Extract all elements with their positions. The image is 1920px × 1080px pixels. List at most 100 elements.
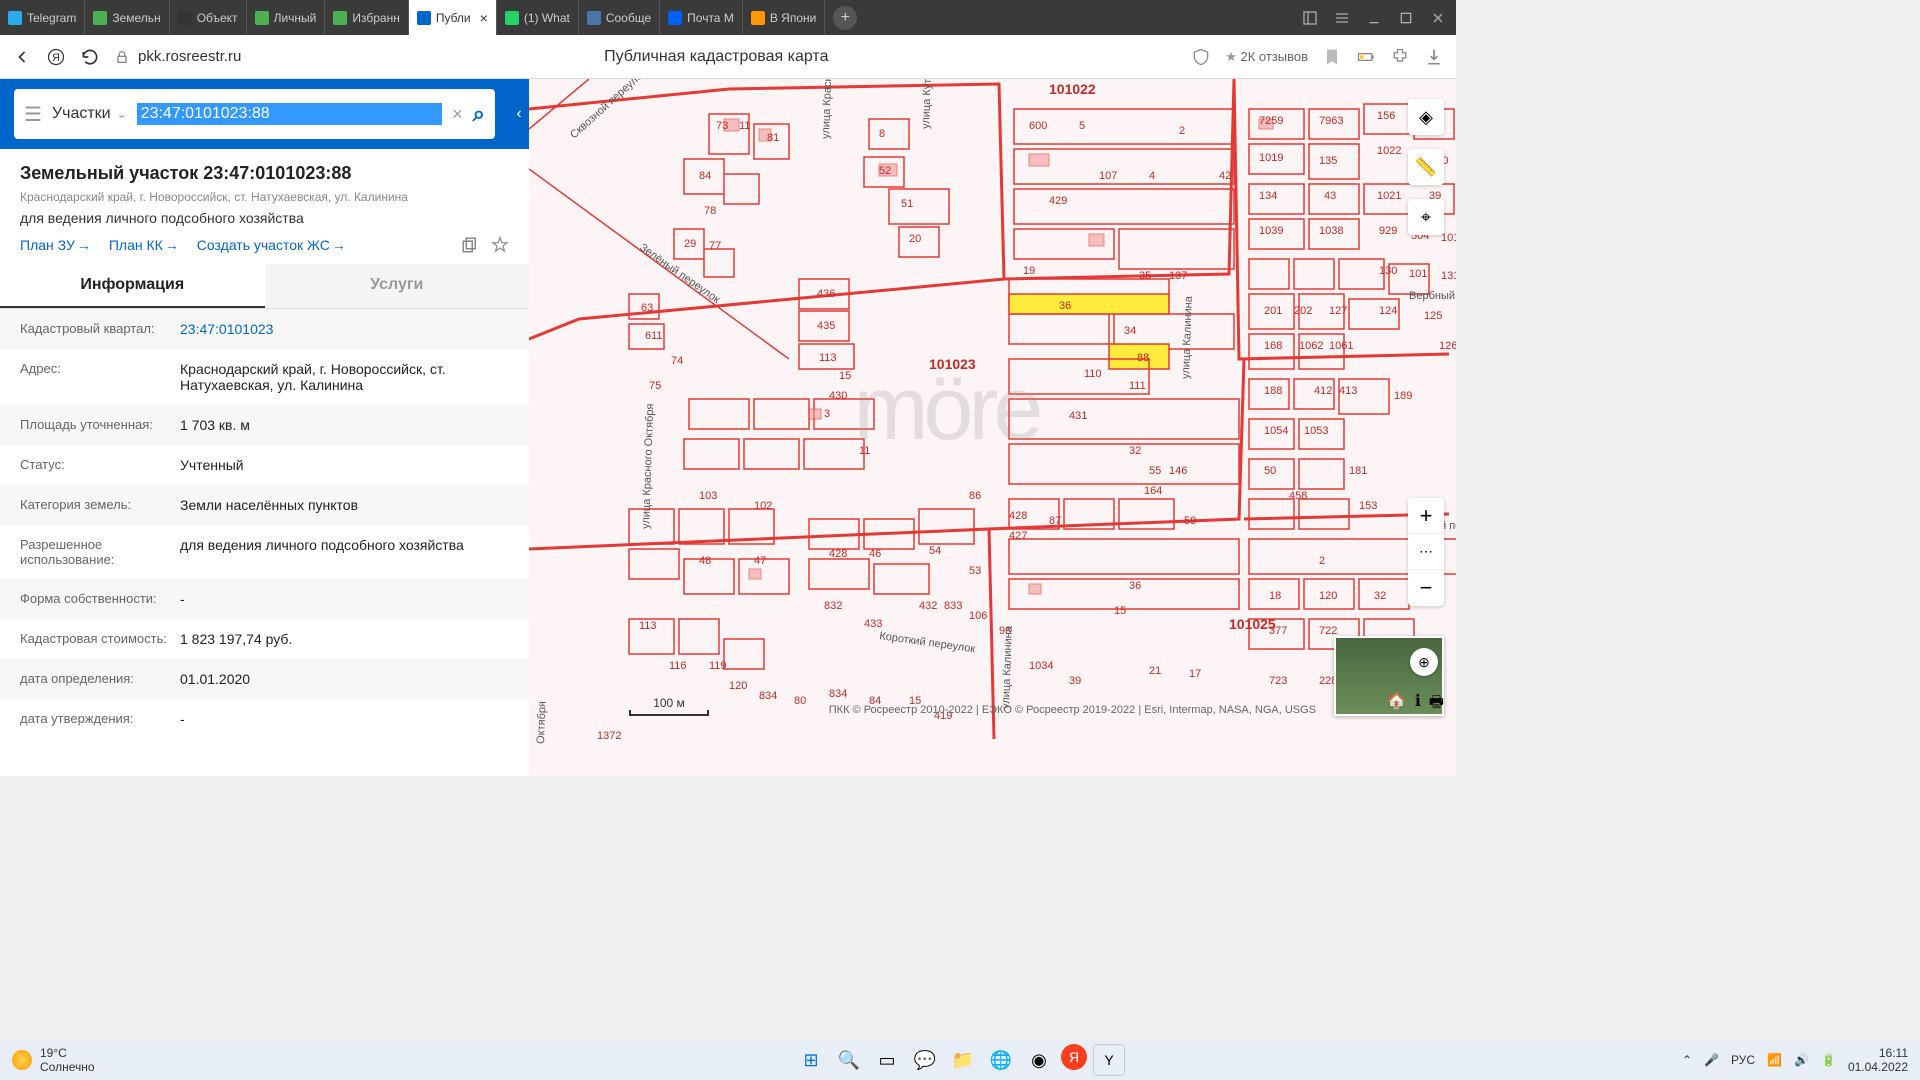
svg-text:101022: 101022 <box>1049 81 1096 97</box>
volume-icon[interactable]: 🔊 <box>1794 1053 1809 1067</box>
svg-text:43: 43 <box>1324 190 1336 202</box>
start-button[interactable]: ⊞ <box>795 1044 827 1076</box>
print-icon[interactable]: 🖶 <box>1429 691 1444 718</box>
panel-icon[interactable] <box>1302 10 1318 26</box>
yandex-app-icon[interactable]: Я <box>1061 1044 1087 1070</box>
tab-object[interactable]: Объект <box>170 0 247 35</box>
shield-icon[interactable] <box>1191 47 1211 67</box>
plan-zu-link[interactable]: План ЗУ→ <box>20 237 91 253</box>
edge-icon[interactable]: 🌐 <box>985 1044 1017 1076</box>
svg-text:135: 135 <box>1319 155 1337 167</box>
maximize-icon[interactable] <box>1398 10 1414 26</box>
star-icon[interactable] <box>491 236 509 254</box>
svg-text:5: 5 <box>1079 120 1085 132</box>
yandex-browser-icon[interactable]: Y <box>1093 1044 1125 1076</box>
svg-text:15: 15 <box>839 370 851 382</box>
tab-services[interactable]: Услуги <box>265 264 530 308</box>
tab-mail[interactable]: Почта М <box>660 0 743 35</box>
menu-icon[interactable] <box>1334 10 1350 26</box>
svg-text:51: 51 <box>901 198 913 210</box>
weather-widget[interactable]: 19°C Солнечно <box>12 1046 95 1075</box>
collapse-sidebar-button[interactable]: ‹ <box>509 79 529 149</box>
search-input[interactable] <box>137 103 442 125</box>
download-icon[interactable] <box>1424 47 1444 67</box>
zoom-controls: + ⋯ − <box>1408 498 1444 606</box>
info-icon[interactable]: ℹ <box>1415 691 1421 718</box>
kvartal-link[interactable]: 23:47:0101023 <box>180 321 509 337</box>
tab-whatsapp[interactable]: (1) What <box>497 0 579 35</box>
svg-text:116: 116 <box>669 660 687 672</box>
cadastral-map[interactable]: 101022 101023 101025 88 731181 84787729 … <box>529 79 1456 776</box>
zoom-dots-button[interactable]: ⋯ <box>1408 534 1444 570</box>
svg-text:113: 113 <box>819 352 837 364</box>
svg-text:101023: 101023 <box>929 356 976 372</box>
search-type-select[interactable]: Участки ⌄ <box>52 105 127 123</box>
yandex-icon[interactable]: Я <box>46 47 66 67</box>
svg-text:улица Калинина: улица Калинина <box>1180 295 1195 379</box>
tab-vk[interactable]: Сообще <box>579 0 660 35</box>
new-tab-button[interactable]: + <box>833 6 857 30</box>
extensions-icon[interactable] <box>1390 47 1410 67</box>
chrome-icon[interactable]: ◉ <box>1023 1044 1055 1076</box>
search-icon[interactable]: ⌕ <box>473 101 485 127</box>
tab-zemelnye[interactable]: Земельн <box>85 0 169 35</box>
svg-text:427: 427 <box>1009 530 1027 542</box>
tab-pkk-active[interactable]: Публи× <box>409 0 497 35</box>
back-icon[interactable] <box>12 47 32 67</box>
svg-text:723: 723 <box>1269 675 1287 687</box>
compass-button[interactable]: ⊕ <box>1410 648 1438 676</box>
copy-icon[interactable] <box>461 236 479 254</box>
svg-text:156: 156 <box>1377 110 1395 122</box>
zoom-in-button[interactable]: + <box>1408 498 1444 534</box>
create-zhs-link[interactable]: Создать участок ЖС→ <box>197 237 346 253</box>
window-close-icon[interactable] <box>1430 10 1446 26</box>
svg-text:201: 201 <box>1264 305 1282 317</box>
svg-text:429: 429 <box>1049 195 1067 207</box>
svg-text:1062: 1062 <box>1299 340 1323 352</box>
chat-app-icon[interactable]: 💬 <box>909 1044 941 1076</box>
battery-tray-icon[interactable]: 🔋 <box>1821 1053 1836 1067</box>
svg-text:87: 87 <box>1049 515 1061 527</box>
svg-text:168: 168 <box>1264 340 1282 352</box>
search-button[interactable]: 🔍 <box>833 1044 865 1076</box>
home-icon[interactable]: 🏠 <box>1387 691 1407 718</box>
tab-telegram[interactable]: Telegram <box>0 0 85 35</box>
svg-text:137: 137 <box>1169 270 1187 282</box>
minimize-icon[interactable] <box>1366 10 1382 26</box>
svg-text:1039: 1039 <box>1259 225 1283 237</box>
tab-japan[interactable]: В Япони <box>743 0 826 35</box>
bookmark-icon[interactable] <box>1322 47 1342 67</box>
svg-text:126: 126 <box>1439 340 1456 352</box>
layers-button[interactable]: ◈ <box>1408 99 1444 135</box>
reviews-link[interactable]: ★ 2К отзывов <box>1225 49 1308 65</box>
zoom-out-button[interactable]: − <box>1408 570 1444 606</box>
svg-text:32: 32 <box>1129 445 1141 457</box>
locate-button[interactable]: ⌖ <box>1408 199 1444 235</box>
close-icon[interactable]: × <box>480 10 488 26</box>
tab-lichniy[interactable]: Личный <box>247 0 326 35</box>
address-bar: Я pkk.rosreestr.ru Публичная кадастровая… <box>0 35 1456 79</box>
hamburger-icon[interactable]: ☰ <box>24 102 42 127</box>
svg-text:42: 42 <box>1219 170 1231 182</box>
svg-text:4: 4 <box>1149 170 1155 182</box>
wifi-icon[interactable]: 📶 <box>1767 1053 1782 1067</box>
mic-icon[interactable]: 🎤 <box>1704 1053 1719 1067</box>
plan-kk-link[interactable]: План КК→ <box>109 237 179 253</box>
tab-info[interactable]: Информация <box>0 264 265 308</box>
svg-text:1038: 1038 <box>1319 225 1343 237</box>
svg-text:80: 80 <box>794 695 806 707</box>
measure-button[interactable]: 📏 <box>1408 149 1444 185</box>
url-text[interactable]: pkk.rosreestr.ru <box>138 48 241 65</box>
reload-icon[interactable] <box>80 47 100 67</box>
svg-text:55: 55 <box>1149 465 1161 477</box>
clear-icon[interactable]: × <box>452 104 463 125</box>
lang-indicator[interactable]: РУС <box>1731 1053 1755 1067</box>
tray-expand-icon[interactable]: ⌃ <box>1682 1053 1692 1067</box>
tab-izbrannoe[interactable]: Избранн <box>325 0 408 35</box>
svg-text:106: 106 <box>969 610 987 622</box>
svg-text:412: 412 <box>1314 385 1332 397</box>
taskview-button[interactable]: ▭ <box>871 1044 903 1076</box>
svg-text:833: 833 <box>944 600 962 612</box>
clock[interactable]: 16:11 01.04.2022 <box>1848 1046 1908 1075</box>
explorer-icon[interactable]: 📁 <box>947 1044 979 1076</box>
